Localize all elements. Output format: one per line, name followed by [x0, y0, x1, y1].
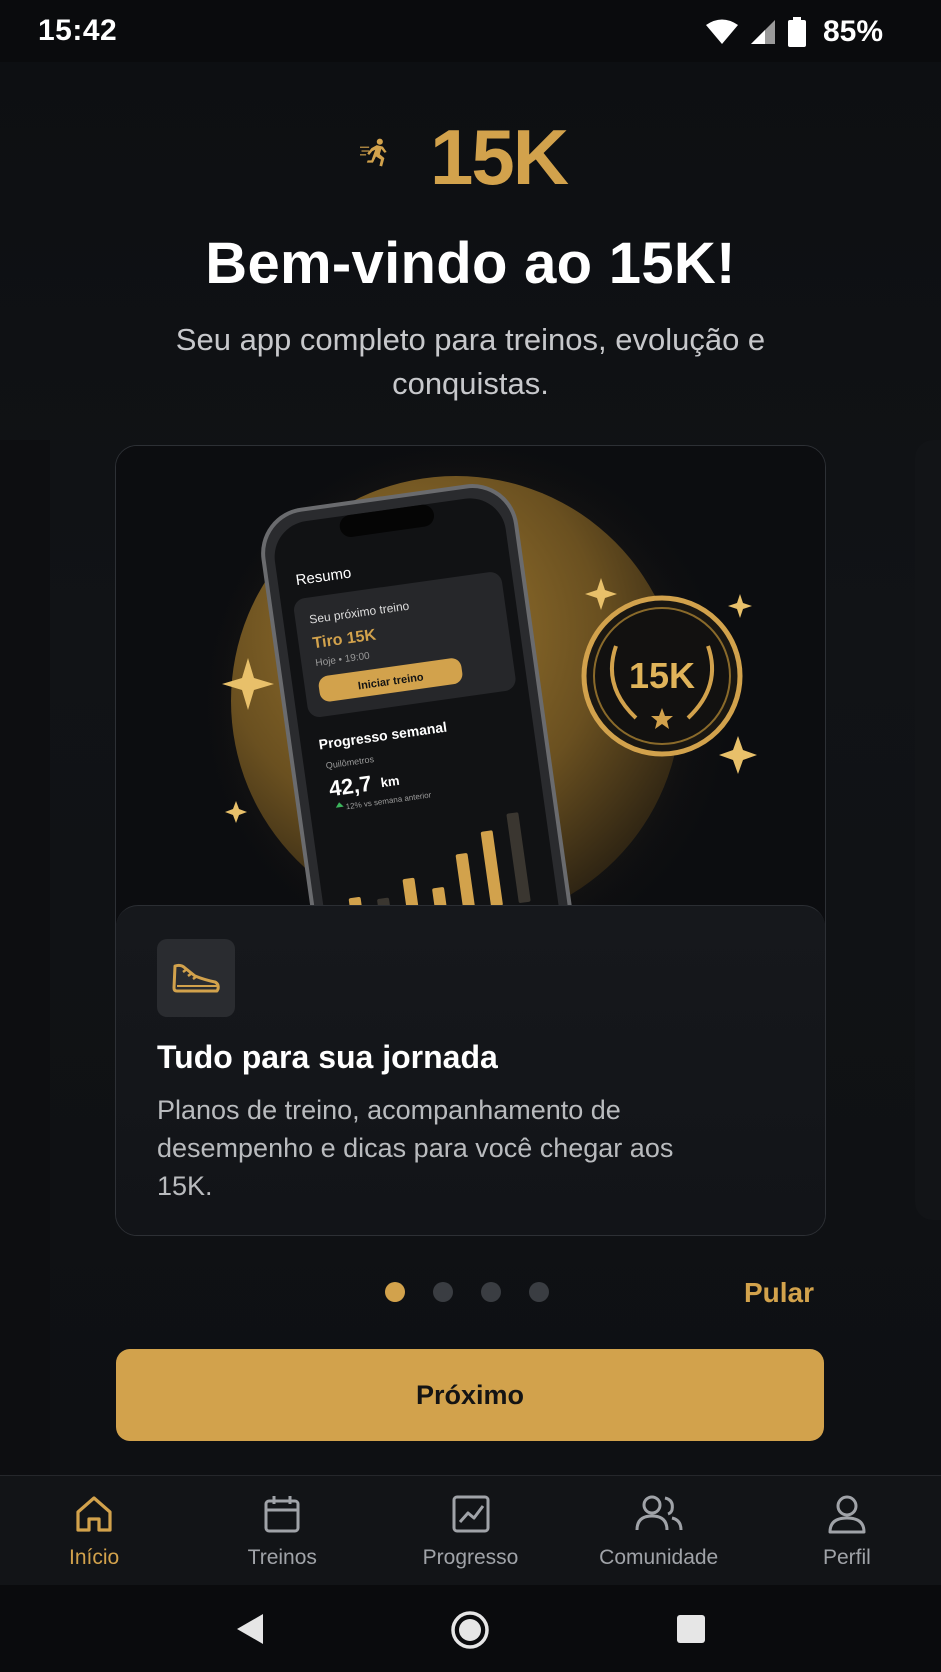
nav-item-progresso[interactable]: Progresso: [376, 1476, 564, 1586]
wifi-icon: [705, 19, 738, 44]
sparkle-icon: [728, 594, 752, 618]
battery-icon: [787, 17, 806, 47]
page-dot[interactable]: [481, 1282, 501, 1302]
svg-text:km: km: [380, 773, 401, 790]
nav-item-perfil[interactable]: Perfil: [753, 1476, 941, 1586]
calendar-icon: [264, 1496, 300, 1533]
feature-icon-tile: [157, 939, 235, 1017]
battery-percentage: 85%: [822, 15, 883, 48]
page-subtitle: Seu app completo para treinos, evolução …: [175, 322, 766, 401]
system-navigation-bar: [0, 1585, 941, 1672]
nav-label: Início: [69, 1546, 120, 1569]
logo-wordmark: 15K: [430, 113, 569, 201]
nav-item-treinos[interactable]: Treinos: [188, 1476, 376, 1586]
side-panel: [0, 440, 50, 1475]
home-button-icon[interactable]: [450, 1610, 490, 1650]
next-button[interactable]: Próximo: [116, 1349, 824, 1441]
medal-badge: 15K: [581, 595, 743, 757]
page-indicator: [385, 1282, 549, 1302]
cellular-signal-icon: [750, 20, 775, 44]
page-dot-active[interactable]: [385, 1282, 405, 1302]
chart-icon: [452, 1495, 489, 1533]
onboarding-card: 15K Resumo Seu próximo treino Tiro 15K H…: [115, 445, 826, 1236]
nav-label: Comunidade: [599, 1546, 719, 1569]
profile-icon: [828, 1495, 866, 1534]
hero-artwork: 15K Resumo Seu próximo treino Tiro 15K H…: [196, 446, 757, 988]
status-time: 15:42: [38, 14, 118, 47]
skip-button[interactable]: Pular: [744, 1277, 814, 1309]
page-title: Bem-vindo ao 15K!: [205, 231, 736, 296]
next-card-peek: [915, 440, 941, 1220]
nav-item-inicio[interactable]: Início: [0, 1476, 188, 1586]
nav-label: Perfil: [822, 1546, 871, 1569]
page-dot[interactable]: [433, 1282, 453, 1302]
nav-label: Progresso: [422, 1546, 519, 1569]
feature-description: Planos de treino, acompanhamento de dese…: [157, 1095, 674, 1201]
back-icon[interactable]: [233, 1612, 267, 1646]
home-icon: [76, 1496, 112, 1532]
nav-item-comunidade[interactable]: Comunidade: [565, 1476, 753, 1586]
running-shoe-icon: [172, 963, 220, 993]
feature-title: Tudo para sua jornada: [157, 1039, 498, 1075]
sparkle-icon: [719, 736, 757, 774]
feature-panel: Tudo para sua jornada Planos de treino, …: [116, 905, 825, 1235]
bottom-navigation: Início Treinos Progresso Comunidade Perf…: [0, 1475, 941, 1586]
hero-illustration: 15K Resumo Seu próximo treino Tiro 15K H…: [116, 446, 825, 988]
status-bar: 15:42 85%: [0, 0, 941, 62]
svg-text:15K: 15K: [629, 655, 695, 696]
recents-icon[interactable]: [676, 1614, 706, 1644]
page-dot[interactable]: [529, 1282, 549, 1302]
nav-label: Treinos: [247, 1546, 317, 1569]
community-icon: [635, 1495, 683, 1531]
runner-logo-icon: [360, 138, 387, 167]
status-icons: 85%: [705, 12, 941, 52]
